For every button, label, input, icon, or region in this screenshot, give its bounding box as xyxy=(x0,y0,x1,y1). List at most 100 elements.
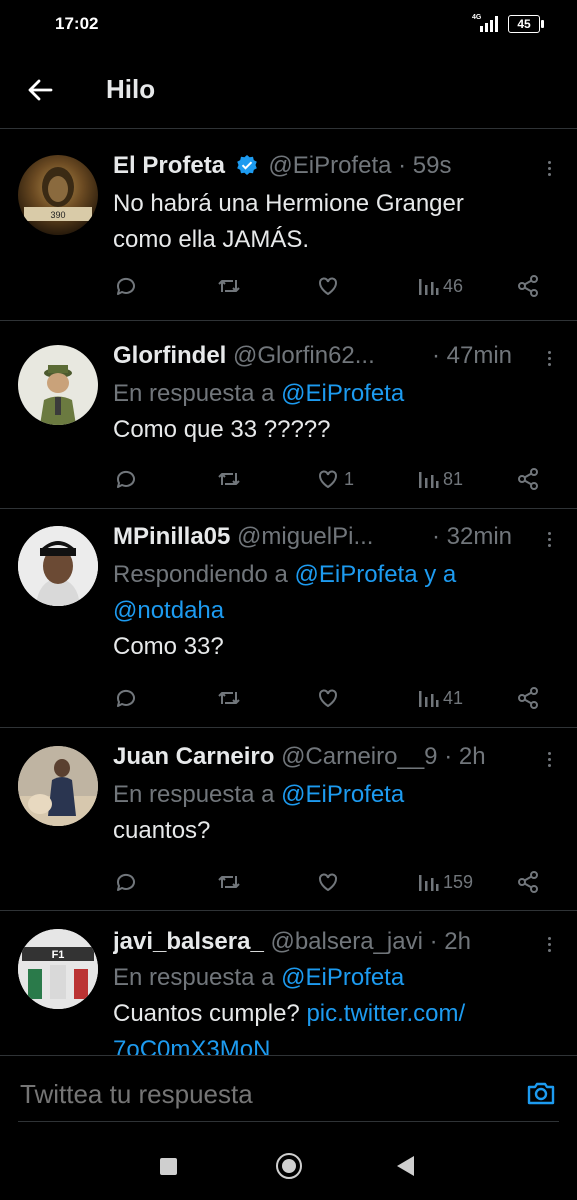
signal-icon: 4G xyxy=(472,14,498,32)
like-icon[interactable] xyxy=(316,683,344,713)
author-name[interactable]: El Profeta xyxy=(113,152,225,179)
tweet-actions: 1 81 xyxy=(0,464,577,494)
author-handle: @Carneiro__9 xyxy=(281,743,438,770)
author-handle: @balsera_javi xyxy=(270,928,423,955)
share-icon[interactable] xyxy=(516,867,540,897)
tweet-reply[interactable]: MPinilla05 @miguelPi... · 32min Respondi… xyxy=(0,509,577,728)
views-icon[interactable]: 81 xyxy=(417,464,463,494)
reply-icon[interactable] xyxy=(114,271,138,301)
views-count: 159 xyxy=(443,871,474,892)
author-name[interactable]: Juan Carneiro xyxy=(113,743,274,770)
mention-link[interactable]: @EiProfeta xyxy=(281,964,404,991)
more-icon[interactable] xyxy=(545,749,553,773)
avatar[interactable] xyxy=(18,746,98,826)
author-name[interactable]: MPinilla05 xyxy=(113,523,230,550)
tweet-header: El Profeta @EiProfeta · 59s xyxy=(113,152,507,180)
svg-text:4G: 4G xyxy=(472,14,482,21)
tweet-time: · 32min xyxy=(432,523,513,550)
reply-icon[interactable] xyxy=(114,683,138,713)
author-handle: @miguelPi... xyxy=(237,523,374,550)
tweet-text: En respuesta a @EiProfeta cuantos? xyxy=(113,777,547,849)
like-count: 1 xyxy=(344,468,355,489)
mention-link[interactable]: @EiProfeta xyxy=(294,561,417,588)
author-handle: @Glorfin62... xyxy=(233,342,375,369)
mention-link[interactable]: @EiProfeta xyxy=(281,380,404,407)
views-icon[interactable]: 159 xyxy=(417,867,473,897)
author-name[interactable]: javi_balsera_ xyxy=(113,928,264,955)
page-title: Hilo xyxy=(106,74,156,104)
mention-link[interactable]: @EiProfeta xyxy=(281,781,404,808)
avatar[interactable] xyxy=(18,345,98,425)
system-nav-bar xyxy=(0,1130,577,1200)
tweet-text-line: Como 33? xyxy=(113,633,224,660)
avatar[interactable] xyxy=(18,526,98,606)
recents-icon[interactable] xyxy=(160,1158,177,1175)
tweet-header: javi_balsera_ @balsera_javi · 2h xyxy=(113,928,507,956)
tweet-time: · 2h xyxy=(444,743,486,770)
svg-text:390: 390 xyxy=(50,210,65,220)
reply-context: En respuesta a @EiProfeta xyxy=(113,777,547,813)
views-count: 81 xyxy=(443,468,464,489)
reply-input[interactable] xyxy=(18,1078,502,1111)
tweet-text-line: Cuantos cumple? pic.twitter.com/ xyxy=(113,996,547,1032)
tweet-text: En respuesta a @EiProfeta Cuantos cumple… xyxy=(113,960,547,1055)
tweet-reply[interactable]: F1 javi_balsera_ @balsera_javi · 2h En r… xyxy=(0,911,577,1055)
reply-context: Respondiendo a @EiProfeta y a xyxy=(113,557,547,593)
tweet-text-line: como ella JAMÁS. xyxy=(113,226,310,253)
tweet-reply[interactable]: Glorfindel @Glorfin62... · 47min En resp… xyxy=(0,321,577,509)
back-arrow-icon[interactable] xyxy=(26,76,54,104)
like-icon[interactable] xyxy=(316,271,344,301)
reply-prefix: En respuesta a xyxy=(113,380,282,407)
tweet-header: Juan Carneiro @Carneiro__9 · 2h xyxy=(113,743,507,771)
share-icon[interactable] xyxy=(516,464,540,494)
reply-composer xyxy=(0,1055,577,1131)
media-link[interactable]: pic.twitter.com/ xyxy=(306,1000,465,1027)
home-icon[interactable] xyxy=(276,1153,302,1179)
mention-link[interactable]: @notdaha xyxy=(113,593,547,629)
share-icon[interactable] xyxy=(516,683,540,713)
views-count: 41 xyxy=(443,687,464,708)
avatar[interactable]: F1 xyxy=(18,929,98,1009)
retweet-icon[interactable] xyxy=(216,683,242,713)
tweet-text-line: No habrá una Hermione Granger xyxy=(113,190,464,217)
share-icon[interactable] xyxy=(516,271,540,301)
avatar[interactable]: 390 xyxy=(18,155,98,235)
tweet-text: No habrá una Hermione Granger como ella … xyxy=(113,186,547,258)
tweet-time: · 59s xyxy=(398,152,452,179)
tweet-actions: 41 xyxy=(0,683,577,713)
media-link[interactable]: 7oC0mX3MoN xyxy=(113,1032,547,1055)
reply-context: En respuesta a @EiProfeta xyxy=(113,960,547,996)
more-icon[interactable] xyxy=(545,348,553,372)
retweet-icon[interactable] xyxy=(216,271,242,301)
tweet-time: · 47min xyxy=(432,342,513,369)
reply-prefix: En respuesta a xyxy=(113,964,282,991)
reply-prefix: Respondiendo a xyxy=(113,561,295,588)
reply-icon[interactable] xyxy=(114,867,138,897)
author-name[interactable]: Glorfindel xyxy=(113,342,226,369)
battery-indicator: 45 xyxy=(508,15,544,33)
more-icon[interactable] xyxy=(545,529,553,553)
retweet-icon[interactable] xyxy=(216,867,242,897)
more-icon[interactable] xyxy=(545,158,553,182)
like-icon[interactable]: 1 xyxy=(316,464,354,494)
divider xyxy=(18,1121,559,1122)
tweet-actions: 159 xyxy=(0,867,577,897)
back-icon[interactable] xyxy=(397,1156,414,1176)
like-icon[interactable] xyxy=(316,867,344,897)
tweet-actions: 46 xyxy=(0,271,577,301)
more-icon[interactable] xyxy=(545,934,553,958)
top-header: Hilo xyxy=(0,50,577,130)
views-icon[interactable]: 46 xyxy=(417,271,463,301)
retweet-icon[interactable] xyxy=(216,464,242,494)
tweet-reply[interactable]: Juan Carneiro @Carneiro__9 · 2h En respu… xyxy=(0,728,577,911)
reply-context: En respuesta a @EiProfeta xyxy=(113,376,547,412)
author-handle: @EiProfeta xyxy=(268,152,392,179)
camera-icon[interactable] xyxy=(526,1078,556,1108)
tweet-text-content: Cuantos cumple? xyxy=(113,1000,307,1027)
views-icon[interactable]: 41 xyxy=(417,683,463,713)
reply-icon[interactable] xyxy=(114,464,138,494)
tweet-main[interactable]: 390 El Profeta @EiProfeta · 59s No habrá… xyxy=(0,130,577,321)
divider xyxy=(0,128,577,129)
verified-badge-icon xyxy=(236,155,257,175)
tweet-time: · 2h xyxy=(429,928,471,955)
